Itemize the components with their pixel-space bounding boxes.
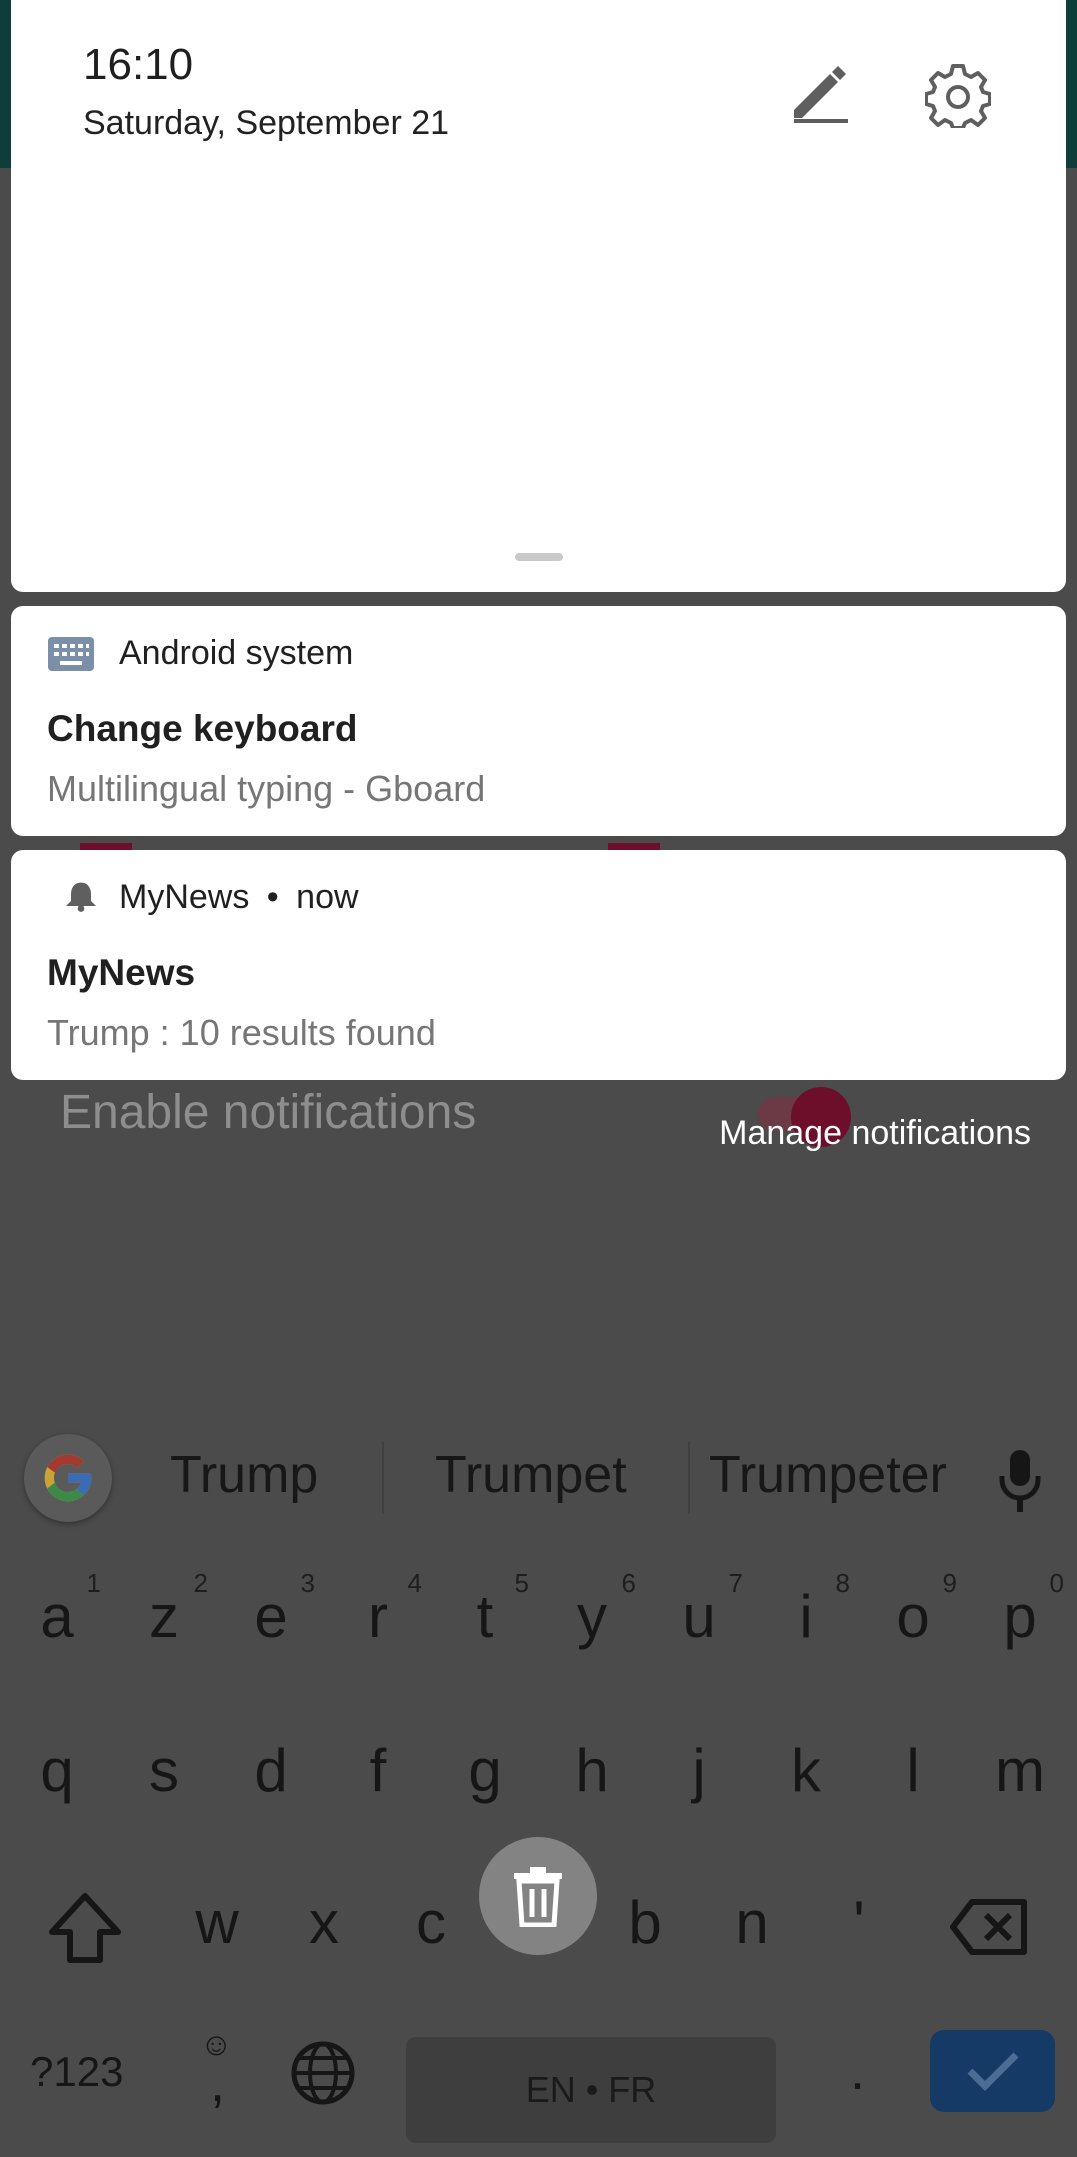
key[interactable]: o9 bbox=[863, 1562, 963, 1672]
suggestion-divider bbox=[688, 1442, 690, 1514]
checkmark-icon bbox=[967, 2052, 1018, 2091]
key-label: a bbox=[40, 1583, 74, 1650]
key[interactable]: ' bbox=[809, 1868, 909, 1978]
key-label: z bbox=[149, 1583, 179, 1650]
suggestion-divider bbox=[382, 1442, 384, 1514]
clock: 16:10 bbox=[83, 40, 194, 89]
comma-key[interactable]: , bbox=[210, 2052, 225, 2114]
notification-body: Trump : 10 results found bbox=[47, 1012, 436, 1053]
key[interactable]: e3 bbox=[221, 1562, 321, 1672]
notification-title: MyNews bbox=[47, 952, 196, 993]
key-label: i bbox=[799, 1583, 813, 1650]
backspace-icon[interactable] bbox=[950, 1898, 1030, 1956]
microphone-icon[interactable] bbox=[995, 1448, 1045, 1514]
suggestion-2[interactable]: Trumpet bbox=[435, 1445, 627, 1505]
key-hint: 4 bbox=[407, 1568, 422, 1598]
drag-handle[interactable] bbox=[515, 553, 563, 561]
key[interactable]: b bbox=[595, 1868, 695, 1978]
pencil-icon[interactable] bbox=[786, 62, 854, 124]
quick-settings-panel: 16:10 Saturday, September 21 bbox=[11, 0, 1066, 592]
notification-time: now bbox=[296, 878, 359, 916]
key[interactable]: x bbox=[274, 1868, 374, 1978]
key-label: e bbox=[254, 1583, 288, 1650]
key-hint: 6 bbox=[621, 1568, 636, 1598]
globe-icon[interactable] bbox=[290, 2040, 356, 2106]
key[interactable]: z2 bbox=[114, 1562, 214, 1672]
key-label: r bbox=[368, 1583, 388, 1650]
key-label: o bbox=[896, 1583, 930, 1650]
key-hint: 8 bbox=[835, 1568, 850, 1598]
notification-header-separator: • bbox=[266, 878, 279, 916]
key-label: u bbox=[682, 1583, 716, 1650]
key-label: t bbox=[476, 1583, 494, 1650]
enable-notifications-label: Enable notifications bbox=[60, 1086, 477, 1139]
key-hint: 1 bbox=[86, 1568, 101, 1598]
key-hint: 5 bbox=[514, 1568, 529, 1598]
notification-header: MyNews • now bbox=[119, 878, 359, 917]
key[interactable]: f bbox=[328, 1716, 428, 1826]
key-hint: 0 bbox=[1049, 1568, 1064, 1598]
notification-mynews[interactable]: MyNews • now MyNews Trump : 10 results f… bbox=[11, 850, 1066, 1080]
symbols-key[interactable]: ?123 bbox=[30, 2048, 123, 2096]
spacebar[interactable]: EN • FR bbox=[406, 2037, 776, 2143]
key-label: y bbox=[577, 1583, 607, 1650]
key[interactable]: n bbox=[702, 1868, 802, 1978]
key[interactable]: j bbox=[649, 1716, 749, 1826]
trash-icon bbox=[514, 1867, 562, 1927]
shift-icon[interactable] bbox=[44, 1890, 126, 1966]
period-key[interactable]: . bbox=[850, 2040, 865, 2102]
suggestion-3[interactable]: Trumpeter bbox=[709, 1445, 947, 1505]
key[interactable]: t5 bbox=[435, 1562, 535, 1672]
key[interactable]: w bbox=[167, 1868, 267, 1978]
key[interactable]: c bbox=[381, 1868, 481, 1978]
dismiss-all-button[interactable] bbox=[479, 1837, 597, 1955]
google-icon[interactable] bbox=[24, 1434, 112, 1522]
key[interactable]: y6 bbox=[542, 1562, 642, 1672]
key[interactable]: m bbox=[970, 1716, 1070, 1826]
key-label: p bbox=[1003, 1583, 1037, 1650]
enter-key[interactable] bbox=[930, 2030, 1055, 2112]
notification-app-name: MyNews bbox=[119, 878, 250, 916]
key-hint: 3 bbox=[300, 1568, 315, 1598]
key[interactable]: g bbox=[435, 1716, 535, 1826]
key[interactable]: s bbox=[114, 1716, 214, 1826]
key[interactable]: a1 bbox=[7, 1562, 107, 1672]
manage-notifications-link[interactable]: Manage notifications bbox=[719, 1114, 1031, 1153]
notification-app-name: Android system bbox=[119, 634, 354, 672]
suggestion-1[interactable]: Trump bbox=[170, 1445, 318, 1505]
notification-body: Multilingual typing - Gboard bbox=[47, 768, 486, 809]
notification-android-system[interactable]: Android system Change keyboard Multiling… bbox=[11, 606, 1066, 836]
notification-title: Change keyboard bbox=[47, 708, 358, 749]
key[interactable]: r4 bbox=[328, 1562, 428, 1672]
key-hint: 2 bbox=[193, 1568, 208, 1598]
gear-icon[interactable] bbox=[925, 62, 991, 128]
key-hint: 7 bbox=[728, 1568, 743, 1598]
key[interactable]: i8 bbox=[756, 1562, 856, 1672]
key[interactable]: u7 bbox=[649, 1562, 749, 1672]
key[interactable]: d bbox=[221, 1716, 321, 1826]
key-hint: 9 bbox=[942, 1568, 957, 1598]
key[interactable]: h bbox=[542, 1716, 642, 1826]
key[interactable]: q bbox=[7, 1716, 107, 1826]
key[interactable]: l bbox=[863, 1716, 963, 1826]
bell-icon bbox=[66, 882, 96, 912]
keyboard-icon bbox=[48, 637, 94, 671]
key[interactable]: p0 bbox=[970, 1562, 1070, 1672]
date: Saturday, September 21 bbox=[83, 104, 450, 142]
key[interactable]: k bbox=[756, 1716, 856, 1826]
